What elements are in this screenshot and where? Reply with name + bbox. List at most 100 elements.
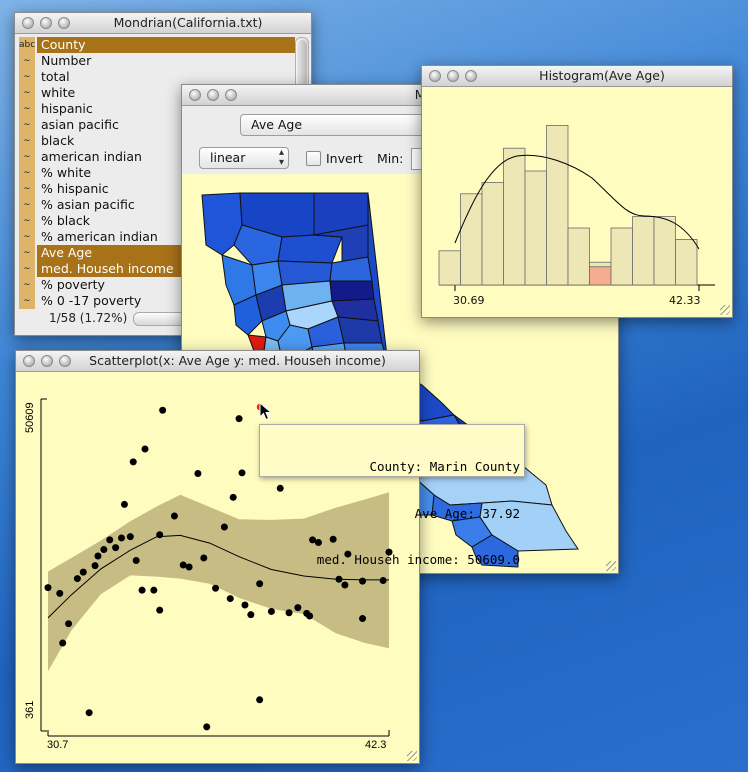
scatter-point (106, 536, 114, 544)
abc-icon: abc (19, 37, 35, 53)
continuous-icon: ∼ (19, 69, 35, 85)
scatter-point (94, 552, 102, 560)
scatter-point (247, 611, 255, 619)
y-min-label: 361 (24, 701, 36, 719)
scatter-point (85, 709, 93, 717)
point-tooltip: County: Marin County Ave Age: 37.92 med.… (259, 424, 525, 567)
continuous-icon: ∼ (19, 133, 35, 149)
resize-grip[interactable] (606, 561, 616, 571)
scatter-point (285, 609, 293, 617)
scatter-point (256, 580, 264, 588)
scatter-point (159, 406, 167, 414)
variable-item[interactable]: abc County (19, 37, 295, 53)
variable-label: % asian pacific (41, 197, 135, 212)
scatter-point (79, 568, 87, 576)
histogram-bar (503, 147, 526, 286)
scatter-point (156, 606, 164, 614)
variable-item[interactable]: ∼ total (19, 69, 295, 85)
variable-label: % american indian (41, 229, 158, 244)
y-max-label: 50609 (24, 402, 36, 433)
continuous-icon: ∼ (19, 245, 35, 261)
continuous-icon: ∼ (19, 293, 35, 309)
scatter-point (238, 469, 246, 477)
variable-label: total (41, 69, 70, 84)
histogram-bar (460, 193, 483, 286)
variable-label: % hispanic (41, 181, 109, 196)
scatter-point (141, 445, 149, 453)
scatter-point (359, 615, 367, 623)
arrow-cursor-icon (259, 402, 273, 421)
map-county (277, 234, 343, 264)
histogram-plot[interactable] (422, 66, 732, 317)
scatter-point (65, 620, 73, 628)
close-button[interactable] (22, 17, 34, 29)
scatter-point (150, 586, 158, 594)
scatter-point (194, 469, 202, 477)
histogram-bar (632, 216, 655, 286)
variable-label: % black (41, 213, 91, 228)
continuous-icon: ∼ (19, 277, 35, 293)
continuous-icon: ∼ (19, 85, 35, 101)
variable-label: County (37, 37, 295, 53)
scatter-point (212, 584, 220, 592)
continuous-icon: ∼ (19, 117, 35, 133)
variable-label: black (41, 133, 75, 148)
scrollbar-thumb[interactable] (297, 40, 307, 86)
mondrian-titlebar[interactable]: Mondrian(California.txt) (15, 13, 311, 34)
continuous-icon: ∼ (19, 229, 35, 245)
scatter-point (220, 523, 228, 531)
continuous-icon: ∼ (19, 165, 35, 181)
variable-item[interactable]: ∼ Number (19, 53, 295, 69)
scatter-point (256, 696, 264, 704)
continuous-icon: ∼ (19, 261, 35, 277)
scatter-point (120, 500, 128, 508)
variable-label: % poverty (41, 277, 105, 292)
scatter-point (226, 595, 234, 603)
histogram-bar (524, 170, 547, 286)
histogram-xmax-label: 42.33 (669, 294, 701, 307)
scatter-point (203, 723, 211, 731)
scatter-point (117, 534, 125, 542)
scatter-point (56, 589, 64, 597)
scatter-point (235, 415, 243, 423)
variable-label: white (41, 85, 76, 100)
histogram-bar (675, 238, 698, 286)
histogram-bar (546, 125, 569, 286)
scatter-point (156, 531, 164, 539)
tooltip-ave-age: Ave Age: 37.92 (414, 505, 520, 521)
variable-label: Number (41, 53, 92, 68)
scatter-point (100, 546, 108, 554)
resize-grip[interactable] (720, 305, 730, 315)
variable-label: % 0 -17 poverty (41, 293, 142, 308)
continuous-icon: ∼ (19, 53, 35, 69)
scatter-point (138, 586, 146, 594)
variable-label: hispanic (41, 101, 93, 116)
map-county (329, 280, 375, 302)
histogram-bar (567, 227, 590, 286)
map-county (247, 334, 267, 352)
scatter-point (200, 554, 208, 562)
variable-label: american indian (41, 149, 142, 164)
scatter-point (132, 557, 140, 565)
scatter-point (294, 604, 302, 612)
scatter-point (73, 575, 81, 583)
continuous-icon: ∼ (19, 213, 35, 229)
scatter-point (306, 612, 314, 620)
resize-grip[interactable] (407, 751, 417, 761)
scatter-point (126, 533, 134, 541)
x-min-label: 30.7 (47, 739, 68, 751)
selection-status: 1/58 (1.72%) (49, 311, 128, 325)
mondrian-title: Mondrian(California.txt) (113, 15, 263, 30)
zoom-button[interactable] (58, 17, 70, 29)
variable-label: % white (41, 165, 92, 180)
histogram-bar (481, 182, 504, 286)
continuous-icon: ∼ (19, 181, 35, 197)
histogram-highlight-bar (589, 266, 612, 286)
scatter-point (229, 493, 237, 501)
map-county (337, 316, 383, 344)
minimize-button[interactable] (40, 17, 52, 29)
scatter-point (129, 458, 137, 466)
scatter-point (112, 544, 120, 552)
scatter-point (241, 601, 249, 609)
x-max-label: 42.3 (365, 739, 386, 751)
